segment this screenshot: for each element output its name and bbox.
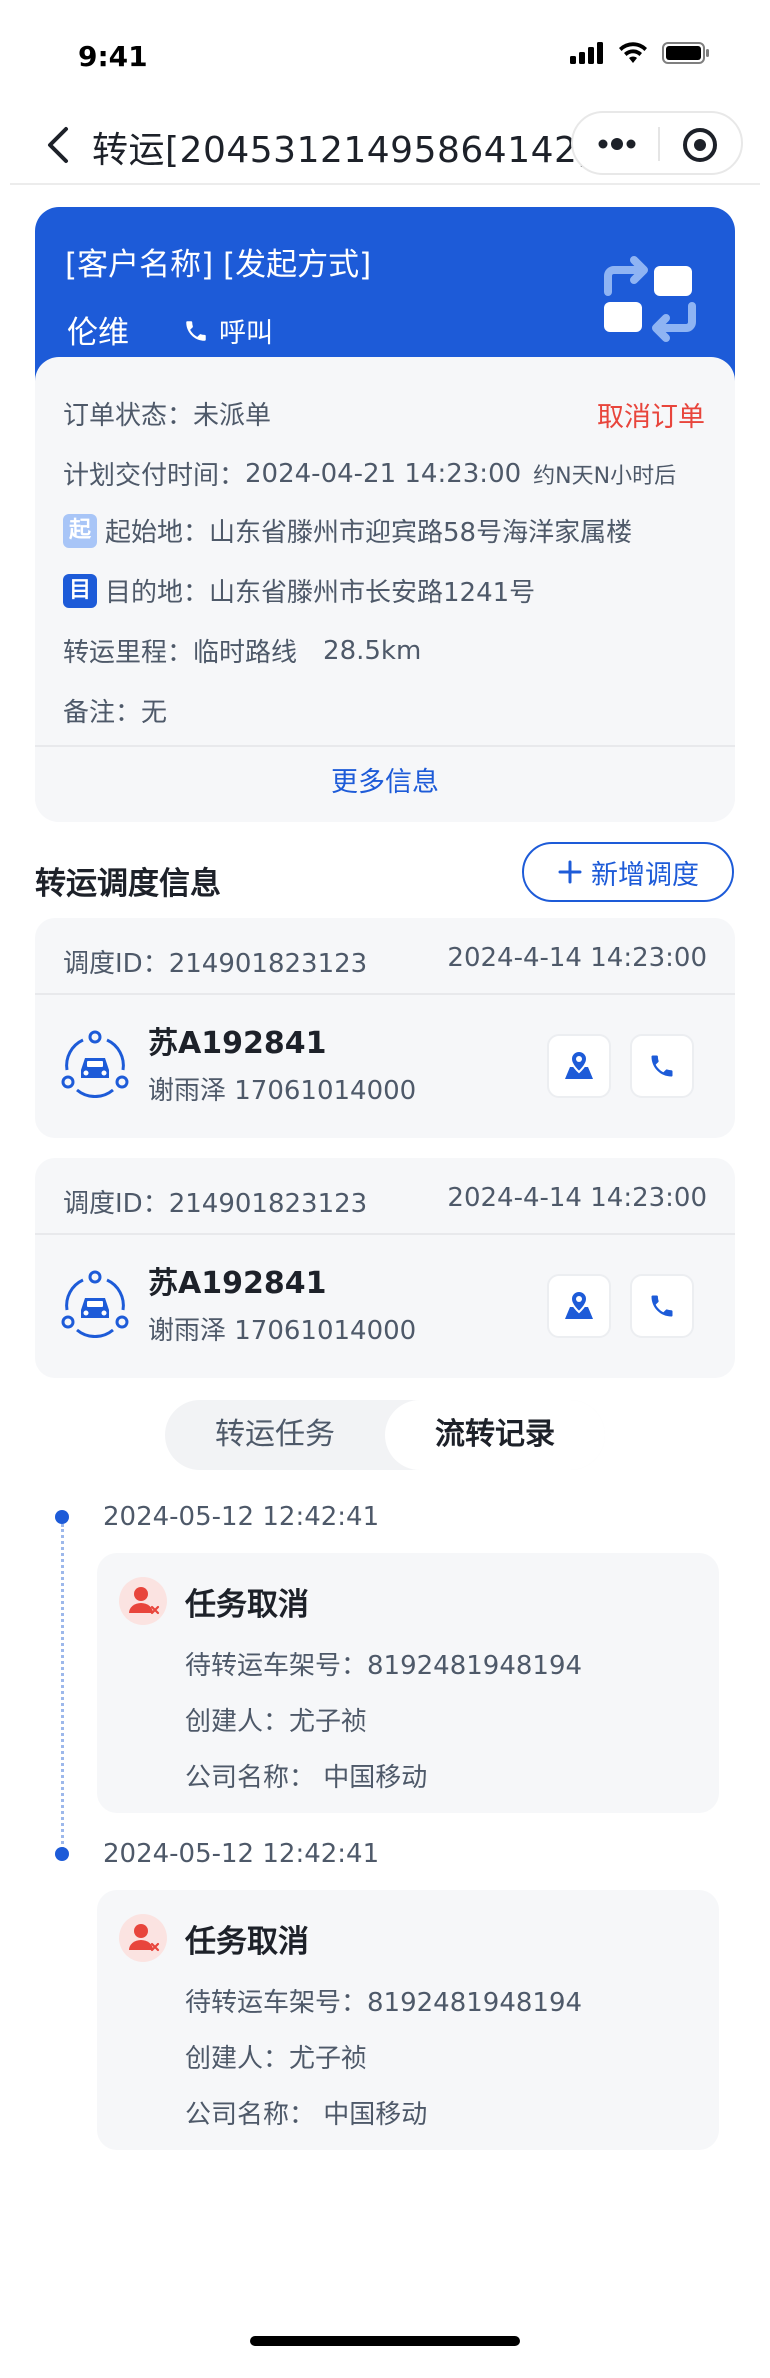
add-dispatch-label: 新增调度 [591,859,699,891]
header-divider [10,183,760,185]
record-company: 公司名称： 中国移动 [185,2100,428,2130]
phone-icon [186,320,206,341]
map-location-icon [565,1049,593,1079]
dispatch-section-title: 转运调度信息 [35,866,221,902]
signal-icon [570,42,603,64]
end-label: 目的地： [105,578,210,608]
customer-name: 伦维 [67,315,129,351]
start-value: 山东省滕州市迎宾路58号海洋家属楼 [209,518,633,548]
mileage-label: 转运里程： [63,638,194,668]
add-dispatch-button[interactable]: 新增调度 [522,842,734,902]
timeline-dot [55,1510,69,1524]
plate-number: 苏A192841 [148,1026,327,1061]
cancel-user-icon [119,1577,167,1625]
start-label: 起始地： [105,518,210,548]
end-value: 山东省滕州市长安路1241号 [209,578,536,608]
tab-flow-record[interactable]: 流转记录 [385,1400,605,1470]
dispatch-time: 2024-4-14 14:23:00 [447,943,707,973]
transfer-icon [604,256,696,342]
record-title: 任务取消 [185,1587,309,1623]
cancel-order-button[interactable]: 取消订单 [597,395,705,434]
plus-icon [558,860,582,884]
plan-time-note: 约N天N小时后 [533,463,677,489]
phone-button[interactable] [630,1274,694,1338]
start-location-row: 起 起始地： 山东省滕州市迎宾路58号海洋家属楼 [63,512,632,549]
status-icons [570,42,710,64]
plan-time-value: 2024-04-21 14:23:00 [245,458,522,489]
remark-row: 备注： 无 [63,692,167,729]
call-button[interactable]: 呼叫 [183,311,273,350]
car-icon [61,1270,129,1338]
dispatch-id: 调度ID：214901823123 [63,949,368,979]
plan-time-row: 计划交付时间： 2024-04-21 14:23:00 约N天N小时后 [63,455,676,492]
timeline-line [61,1524,64,1856]
end-badge: 目 [63,573,97,608]
mileage-row: 转运里程： 临时路线 28.5km [63,632,421,669]
timeline-dot [55,1847,69,1861]
order-body: 订单状态： 未派单 取消订单 计划交付时间： 2024-04-21 14:23:… [35,357,735,822]
start-badge: 起 [63,513,97,548]
call-label: 呼叫 [219,318,273,349]
status-time: 9:41 [78,40,148,73]
order-card: [客户名称] [发起方式] 伦维 呼叫 订单状态： 未派单 取消订单 计划交付时… [35,207,735,822]
battery-icon [662,42,709,64]
nav-bar: 转运[20453121495864142] [0,105,770,183]
end-location-row: 目 目的地： 山东省滕州市长安路1241号 [63,572,535,609]
timeline-record-card: 任务取消 待转运车架号：8192481948194 创建人：尤子祯 公司名称： … [97,1553,719,1813]
timeline-time: 2024-05-12 12:42:41 [103,1839,380,1869]
dispatch-id: 调度ID：214901823123 [63,1189,368,1219]
record-tabs: 转运任务 流转记录 [165,1400,605,1470]
home-indicator [250,2336,520,2346]
driver-info: 谢雨泽 17061014000 [148,1076,417,1106]
cancel-user-icon [119,1914,167,1962]
dispatch-card: 调度ID：214901823123 2024-4-14 14:23:00 苏A1… [35,918,735,1138]
more-icon[interactable] [597,133,637,155]
timeline-time: 2024-05-12 12:42:41 [103,1502,380,1532]
more-info-link[interactable]: 更多信息 [35,760,735,799]
plan-time-label: 计划交付时间： [63,461,246,491]
dispatch-divider [35,1233,735,1235]
plate-number: 苏A192841 [148,1266,327,1301]
record-title: 任务取消 [185,1924,309,1960]
dispatch-card: 调度ID：214901823123 2024-4-14 14:23:00 苏A1… [35,1158,735,1378]
remark-value: 无 [141,698,168,728]
record-company: 公司名称： 中国移动 [185,1763,428,1793]
tab-transfer-task[interactable]: 转运任务 [165,1400,385,1470]
capsule-divider [658,127,660,161]
driver-info: 谢雨泽 17061014000 [148,1316,417,1346]
order-status-label: 订单状态： [63,401,194,431]
order-status-value: 未派单 [193,401,272,431]
record-vin: 待转运车架号：8192481948194 [185,1651,583,1681]
location-button[interactable] [547,1274,611,1338]
phone-button[interactable] [630,1034,694,1098]
mileage-value: 28.5km [323,635,422,666]
mileage-route: 临时路线 [193,638,298,668]
dispatch-divider [35,993,735,995]
customer-title: [客户名称] [发起方式] [65,247,372,283]
record-creator: 创建人：尤子祯 [185,2044,368,2074]
phone-icon [651,1055,673,1077]
wifi-icon [619,42,647,63]
map-location-icon [565,1289,593,1319]
mini-program-capsule [571,111,743,175]
remark-label: 备注： [63,698,142,728]
phone-icon [651,1295,673,1317]
back-icon[interactable] [38,123,78,167]
timeline-record-card: 任务取消 待转运车架号：8192481948194 创建人：尤子祯 公司名称： … [97,1890,719,2150]
record-creator: 创建人：尤子祯 [185,1707,368,1737]
close-mini-program-icon[interactable] [680,125,720,165]
order-status-row: 订单状态： 未派单 [63,395,271,432]
record-vin: 待转运车架号：8192481948194 [185,1988,583,2018]
status-bar: 9:41 [0,0,770,110]
car-icon [61,1030,129,1098]
location-button[interactable] [547,1034,611,1098]
more-info-divider [35,745,735,747]
page-title: 转运[20453121495864142] [92,130,592,171]
dispatch-time: 2024-4-14 14:23:00 [447,1183,707,1213]
